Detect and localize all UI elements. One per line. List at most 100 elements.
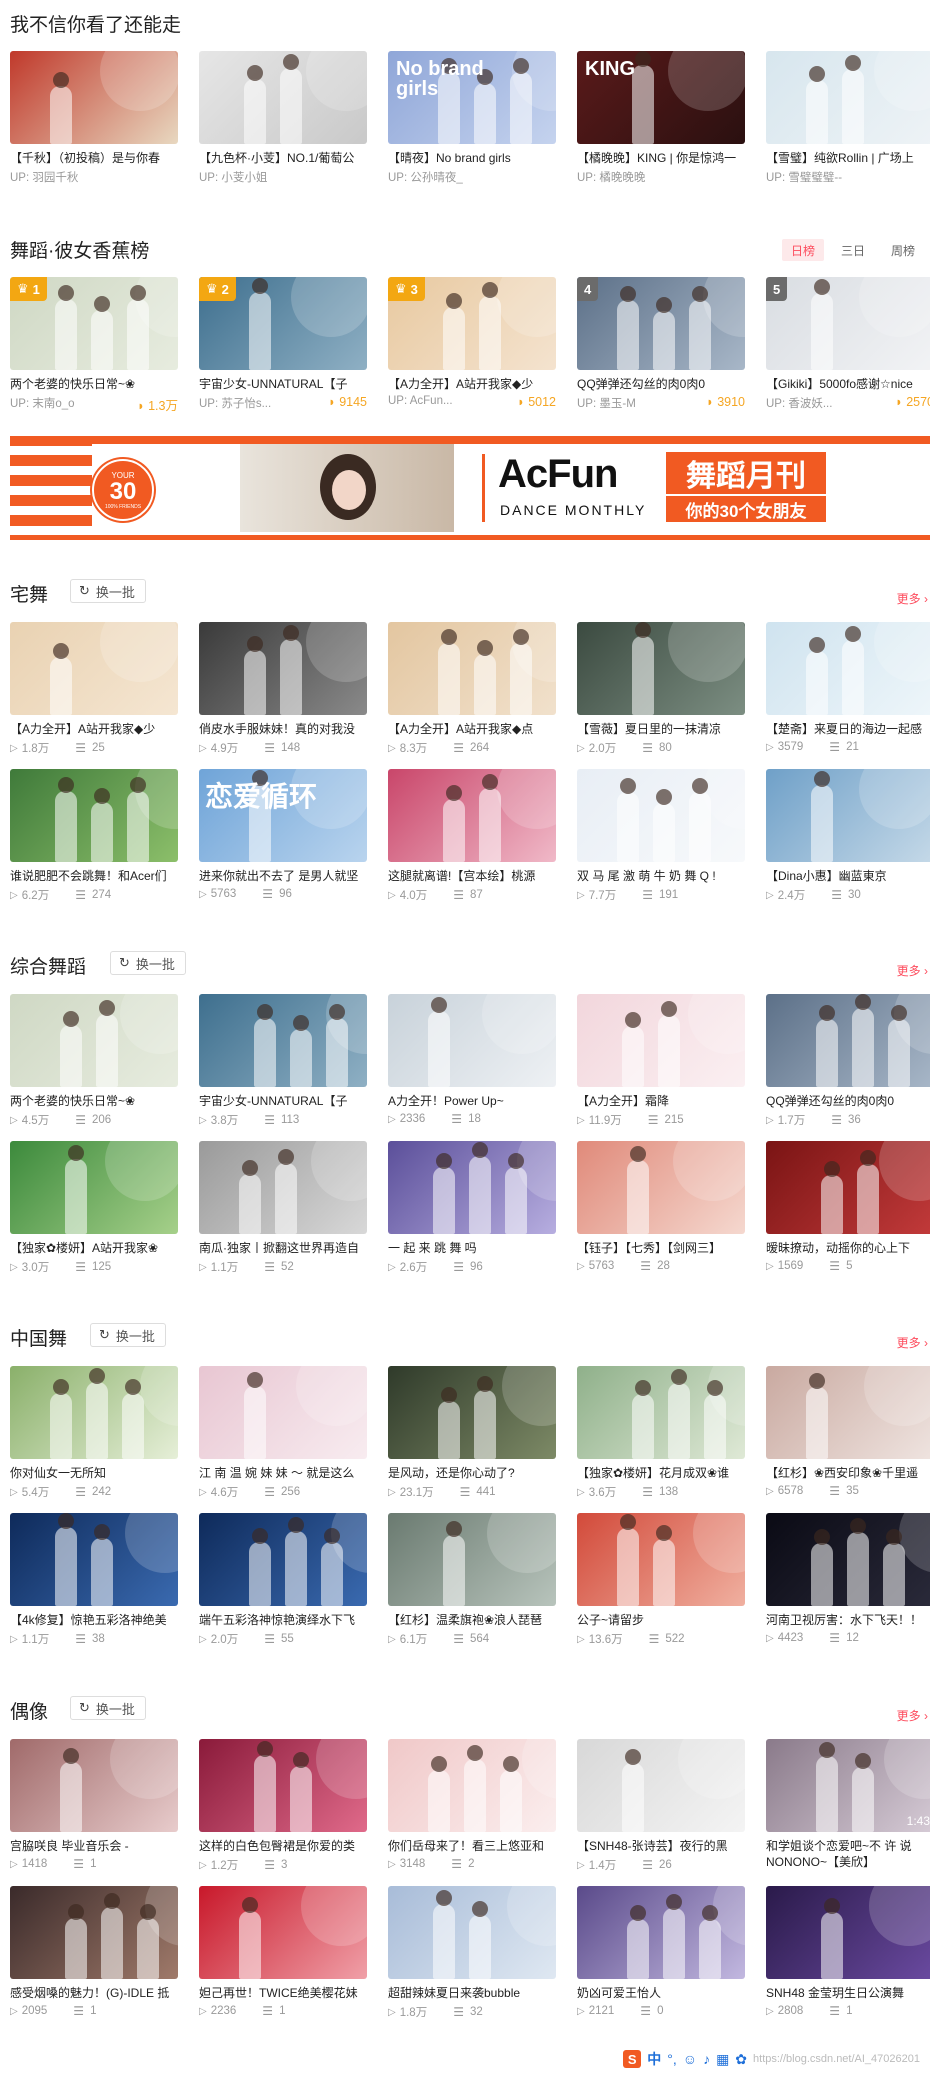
video-title[interactable]: 端午五彩洛神惊艳演绎水下飞 <box>199 1612 367 1628</box>
video-thumbnail[interactable] <box>10 1513 178 1606</box>
video-title[interactable]: 你们岳母来了！看三上悠亚和 <box>388 1838 556 1854</box>
video-thumbnail[interactable] <box>388 1513 556 1606</box>
more-link[interactable]: 更多 › <box>897 1707 928 1724</box>
video-thumbnail[interactable] <box>388 1886 556 1979</box>
video-card[interactable]: 一 起 来 跳 舞 吗 ▷ 2.6万 ☰ 96 <box>388 1141 556 1276</box>
video-title[interactable]: 奶凶可爱王怡人 <box>577 1985 745 2001</box>
video-card[interactable]: No brand girls 【晴夜】No brand girls UP: 公孙晴夜… <box>388 51 556 186</box>
video-thumbnail[interactable] <box>199 1739 367 1832</box>
video-thumbnail[interactable] <box>766 1886 930 1979</box>
video-card[interactable]: 妲己再世！TWICE绝美樱花妹 ▷ 2236 ☰ 1 <box>199 1886 367 2021</box>
video-title[interactable]: 宇宙少女-UNNATURAL【子 <box>199 376 367 392</box>
video-title[interactable]: 【独家✿楼妍】花月成双❀谁 <box>577 1465 745 1481</box>
video-card[interactable]: 这腿就离谱!【宫本绘】桃源 ▷ 4.0万 ☰ 87 <box>388 769 556 904</box>
video-thumbnail[interactable] <box>10 1366 178 1459</box>
video-card[interactable]: A力全开！Power Up~ ▷ 2336 ☰ 18 <box>388 994 556 1129</box>
video-card[interactable]: 感受烟嗓的魅力！(G)-IDLE 抵 ▷ 2095 ☰ 1 <box>10 1886 178 2021</box>
video-title[interactable]: 【A力全开】霜降 <box>577 1093 745 1109</box>
video-thumbnail[interactable]: ♛ 1 <box>10 277 178 370</box>
video-card[interactable]: 【A力全开】霜降 ▷ 11.9万 ☰ 215 <box>577 994 745 1129</box>
video-title[interactable]: 这样的白色包臀裙是你爱的类 <box>199 1838 367 1854</box>
video-card[interactable]: 南瓜·独家丨掀翻这世界再造自 ▷ 1.1万 ☰ 52 <box>199 1141 367 1276</box>
video-card[interactable]: 【4k修复】惊艳五彩洛神绝美 ▷ 1.1万 ☰ 38 <box>10 1513 178 1648</box>
video-thumbnail[interactable] <box>766 1366 930 1459</box>
video-thumbnail[interactable] <box>199 51 367 144</box>
video-card[interactable]: 【独家✿楼妍】A站开我家❀ ▷ 3.0万 ☰ 125 <box>10 1141 178 1276</box>
video-thumbnail[interactable] <box>10 622 178 715</box>
video-thumbnail[interactable] <box>577 1739 745 1832</box>
video-thumbnail[interactable] <box>388 994 556 1087</box>
video-title[interactable]: 【红杉】温柔旗袍❀浪人琵琶 <box>388 1612 556 1628</box>
video-card[interactable]: 你们岳母来了！看三上悠亚和 ▷ 3148 ☰ 2 <box>388 1739 556 1874</box>
video-title[interactable]: 宫脇咲良 毕业音乐会 - <box>10 1838 178 1854</box>
video-thumbnail[interactable]: 1:43 <box>766 1739 930 1832</box>
video-title[interactable]: 感受烟嗓的魅力！(G)-IDLE 抵 <box>10 1985 178 2001</box>
video-title[interactable]: 【红杉】❀西安印象❀千里遥 <box>766 1465 930 1481</box>
video-card[interactable]: 【雪薇】夏日里的一抹清凉 ▷ 2.0万 ☰ 80 <box>577 622 745 757</box>
uploader[interactable]: UP: 羽园千秋 <box>10 169 178 185</box>
video-card[interactable]: 奶凶可爱王怡人 ▷ 2121 ☰ 0 <box>577 1886 745 2021</box>
video-thumbnail[interactable] <box>388 622 556 715</box>
tab-weekly[interactable]: 周榜 <box>882 239 924 261</box>
uploader[interactable]: UP: 雪璧璧璧-- <box>766 169 930 185</box>
uploader[interactable]: UP: 末南o_o <box>10 395 110 411</box>
ranking-card[interactable]: ♛ 2 宇宙少女-UNNATURAL【子 UP: 苏子怡s... ◗ 9145 <box>199 277 367 412</box>
video-title[interactable]: 谁说肥肥不会跳舞！和Acer们 <box>10 868 178 884</box>
video-thumbnail[interactable] <box>199 1886 367 1979</box>
video-card[interactable]: 1:43 和学姐谈个恋爱吧~不 许 说 NONONO~【美欣】 <box>766 1739 930 1874</box>
video-title[interactable]: 【A力全开】A站开我家◆点 <box>388 721 556 737</box>
video-title[interactable]: 双 马 尾 激 萌 牛 奶 舞 Q ! <box>577 868 745 884</box>
ranking-card[interactable]: 4 QQ弹弹还勾丝的肉0肉0 UP: 墨玉-M ◗ 3910 <box>577 277 745 412</box>
uploader[interactable]: UP: 香波妖... <box>766 395 866 411</box>
video-thumbnail[interactable]: 恋爱循环 <box>199 769 367 862</box>
video-title[interactable]: A力全开！Power Up~ <box>388 1093 556 1109</box>
video-card[interactable]: 谁说肥肥不会跳舞！和Acer们 ▷ 6.2万 ☰ 274 <box>10 769 178 904</box>
video-thumbnail[interactable] <box>199 1366 367 1459</box>
video-card[interactable]: 【独家✿楼妍】花月成双❀谁 ▷ 3.6万 ☰ 138 <box>577 1366 745 1501</box>
video-title[interactable]: 【Dina小惠】幽蓝東京 <box>766 868 930 884</box>
video-card[interactable]: 【千秋】（初投稿）是与你春 UP: 羽园千秋 <box>10 51 178 186</box>
video-thumbnail[interactable]: 5 <box>766 277 930 370</box>
video-card[interactable]: 【A力全开】A站开我家◆点 ▷ 8.3万 ☰ 264 <box>388 622 556 757</box>
video-thumbnail[interactable] <box>199 1513 367 1606</box>
video-card[interactable]: 宇宙少女-UNNATURAL【子 ▷ 3.8万 ☰ 113 <box>199 994 367 1129</box>
video-card[interactable]: 【钰子】【七秀】【剑网三】 ▷ 5763 ☰ 28 <box>577 1141 745 1276</box>
video-thumbnail[interactable]: No brand girls <box>388 51 556 144</box>
ranking-card[interactable]: ♛ 3 【A力全开】A站开我家◆少 UP: AcFun... ◗ 5012 <box>388 277 556 412</box>
video-title[interactable]: 南瓜·独家丨掀翻这世界再造自 <box>199 1240 367 1256</box>
uploader[interactable]: UP: 苏子怡s... <box>199 395 299 411</box>
video-thumbnail[interactable] <box>766 1513 930 1606</box>
video-thumbnail[interactable] <box>388 1366 556 1459</box>
ime-toolbar[interactable]: S 中 °, ☺ ♪ ▦ ✿ https://blog.csdn.net/AI_… <box>623 2046 920 2072</box>
uploader[interactable]: UP: 小芰小姐 <box>199 169 367 185</box>
video-title[interactable]: 【千秋】（初投稿）是与你春 <box>10 150 178 166</box>
video-title[interactable]: 两个老婆的快乐日常~❀ <box>10 1093 178 1109</box>
uploader[interactable]: UP: 公孙晴夜_ <box>388 169 556 185</box>
video-thumbnail[interactable] <box>577 1886 745 1979</box>
video-title[interactable]: 俏皮水手服妹妹！真的对我没 <box>199 721 367 737</box>
video-title[interactable]: 【A力全开】A站开我家◆少 <box>388 376 556 392</box>
video-title[interactable]: 【Gikiki】5000fo感谢☆nice <box>766 376 930 392</box>
video-title[interactable]: 一 起 来 跳 舞 吗 <box>388 1240 556 1256</box>
video-card[interactable]: QQ弹弹还勾丝的肉0肉0 ▷ 1.7万 ☰ 36 <box>766 994 930 1129</box>
video-card[interactable]: 两个老婆的快乐日常~❀ ▷ 4.5万 ☰ 206 <box>10 994 178 1129</box>
video-title[interactable]: 这腿就离谱!【宫本绘】桃源 <box>388 868 556 884</box>
video-card[interactable]: 端午五彩洛神惊艳演绎水下飞 ▷ 2.0万 ☰ 55 <box>199 1513 367 1648</box>
video-thumbnail[interactable] <box>388 769 556 862</box>
ranking-card[interactable]: ♛ 1 两个老婆的快乐日常~❀ UP: 末南o_o ◗ 1.3万 <box>10 277 178 413</box>
video-thumbnail[interactable] <box>577 1513 745 1606</box>
video-thumbnail[interactable] <box>199 622 367 715</box>
refresh-button[interactable]: ↻ 换一批 <box>90 1323 166 1347</box>
video-thumbnail[interactable] <box>577 769 745 862</box>
video-card[interactable]: 暧昧撩动，动摇你的心上下 ▷ 1569 ☰ 5 <box>766 1141 930 1276</box>
video-thumbnail[interactable] <box>766 51 930 144</box>
video-thumbnail[interactable] <box>10 769 178 862</box>
video-title[interactable]: 河南卫视厉害：水下飞天！！ <box>766 1612 930 1628</box>
tab-daily[interactable]: 日榜 <box>782 239 824 261</box>
more-link[interactable]: 更多 › <box>897 1334 928 1351</box>
video-thumbnail[interactable]: ♛ 2 <box>199 277 367 370</box>
video-card[interactable]: 宫脇咲良 毕业音乐会 - ▷ 1418 ☰ 1 <box>10 1739 178 1874</box>
video-card[interactable]: 俏皮水手服妹妹！真的对我没 ▷ 4.9万 ☰ 148 <box>199 622 367 757</box>
video-thumbnail[interactable] <box>10 1739 178 1832</box>
video-title[interactable]: 和学姐谈个恋爱吧~不 许 说 NONONO~【美欣】 <box>766 1838 930 1870</box>
